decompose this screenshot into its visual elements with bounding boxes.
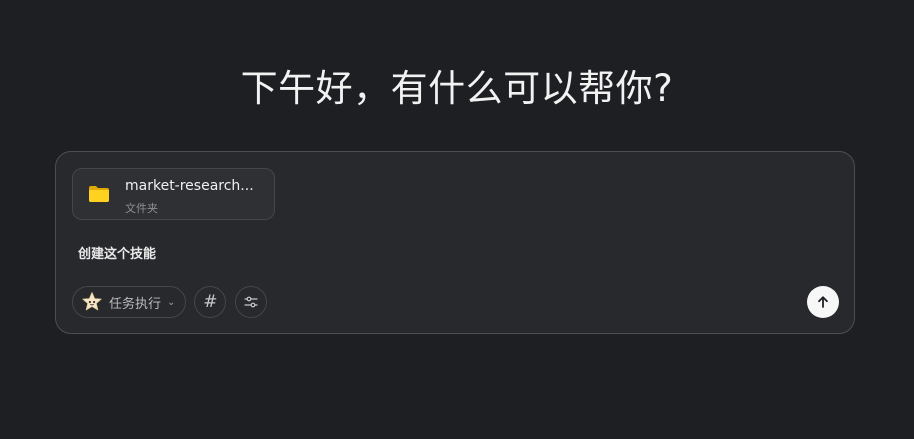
sliders-icon xyxy=(244,296,259,308)
hashtag-icon: # xyxy=(203,292,218,312)
attachment-type: 文件夹 xyxy=(125,202,158,215)
page: 下午好，有什么可以帮你? market-research... 文件夹 创建这个… xyxy=(0,0,914,439)
chevron-down-icon: ⌄ xyxy=(167,296,176,308)
star-mascot-icon xyxy=(82,292,102,311)
folder-icon xyxy=(89,186,109,202)
attachment-name: market-research... xyxy=(125,178,254,194)
hashtag-button[interactable]: # xyxy=(194,286,227,318)
chat-composer[interactable]: market-research... 文件夹 创建这个技能 任务执行 ⌄ # xyxy=(55,151,855,334)
arrow-up-icon xyxy=(818,296,828,308)
settings-button[interactable] xyxy=(235,286,268,318)
send-button[interactable] xyxy=(807,286,839,318)
mode-selector[interactable]: 任务执行 ⌄ xyxy=(72,286,187,318)
attachment-card[interactable]: market-research... 文件夹 xyxy=(72,168,275,220)
mode-label: 任务执行 xyxy=(109,296,162,312)
composer-toolbar: 任务执行 ⌄ # xyxy=(72,285,276,319)
greeting-title: 下午好，有什么可以帮你? xyxy=(240,67,674,110)
message-text[interactable]: 创建这个技能 xyxy=(78,243,156,262)
